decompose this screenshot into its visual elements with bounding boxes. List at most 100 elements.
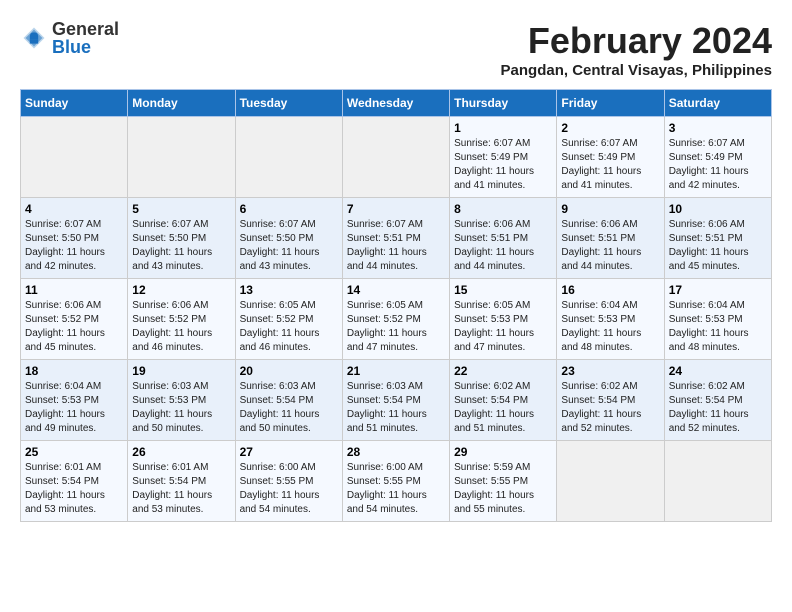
day-number: 9: [561, 202, 659, 216]
calendar-cell: 4 Sunrise: 6:07 AM Sunset: 5:50 PM Daylig…: [21, 198, 128, 279]
day-number: 18: [25, 364, 123, 378]
calendar-cell: [664, 441, 771, 522]
calendar-header: SundayMondayTuesdayWednesdayThursdayFrid…: [21, 90, 772, 117]
day-info: Sunrise: 6:05 AM Sunset: 5:52 PM Dayligh…: [240, 299, 338, 355]
day-info: Sunrise: 6:04 AM Sunset: 5:53 PM Dayligh…: [25, 380, 123, 436]
calendar-cell: 10Sunrise: 6:06 AM Sunset: 5:51 PM Dayli…: [664, 198, 771, 279]
day-of-week-header: Monday: [128, 90, 235, 117]
calendar-cell: 19Sunrise: 6:03 AM Sunset: 5:53 PM Dayli…: [128, 360, 235, 441]
day-number: 13: [240, 283, 338, 297]
calendar-cell: 6Sunrise: 6:07 AM Sunset: 5:50 PM Daylig…: [235, 198, 342, 279]
day-number: 8: [454, 202, 552, 216]
day-number: 17: [669, 283, 767, 297]
calendar-cell: 28 Sunrise: 6:00 AM Sunset: 5:55 PM Dayli…: [342, 441, 449, 522]
calendar-cell: 29 Sunrise: 5:59 AM Sunset: 5:55 PM Dayli…: [450, 441, 557, 522]
calendar-week-row: 25 Sunrise: 6:01 AM Sunset: 5:54 PM Dayli…: [21, 441, 772, 522]
day-info: Sunrise: 6:03 AM Sunset: 5:53 PM Dayligh…: [132, 380, 230, 436]
calendar-week-row: 4 Sunrise: 6:07 AM Sunset: 5:50 PM Daylig…: [21, 198, 772, 279]
day-number: 5: [132, 202, 230, 216]
calendar-cell: 26Sunrise: 6:01 AM Sunset: 5:54 PM Dayli…: [128, 441, 235, 522]
logo-blue-text: Blue: [52, 38, 119, 56]
day-info: Sunrise: 6:06 AM Sunset: 5:51 PM Dayligh…: [561, 218, 659, 274]
logo-icon: [20, 24, 48, 52]
calendar-cell: 25 Sunrise: 6:01 AM Sunset: 5:54 PM Dayli…: [21, 441, 128, 522]
logo-general-text: General: [52, 20, 119, 38]
logo-text: General Blue: [52, 20, 119, 56]
day-of-week-header: Saturday: [664, 90, 771, 117]
calendar-cell: 16 Sunrise: 6:04 AM Sunset: 5:53 PM Dayli…: [557, 279, 664, 360]
location: Pangdan, Central Visayas, Philippines: [501, 62, 772, 79]
page-header: General Blue February 2024 Pangdan, Cent…: [20, 20, 772, 79]
day-info: Sunrise: 6:02 AM Sunset: 5:54 PM Dayligh…: [454, 380, 552, 436]
day-info: Sunrise: 6:00 AM Sunset: 5:55 PM Dayligh…: [240, 461, 338, 517]
calendar-cell: [235, 117, 342, 198]
calendar-cell: 18 Sunrise: 6:04 AM Sunset: 5:53 PM Dayli…: [21, 360, 128, 441]
day-info: Sunrise: 6:01 AM Sunset: 5:54 PM Dayligh…: [25, 461, 123, 517]
day-number: 21: [347, 364, 445, 378]
day-info: Sunrise: 6:04 AM Sunset: 5:53 PM Dayligh…: [669, 299, 767, 355]
calendar-cell: 24Sunrise: 6:02 AM Sunset: 5:54 PM Dayli…: [664, 360, 771, 441]
day-number: 29: [454, 445, 552, 459]
day-number: 16: [561, 283, 659, 297]
calendar-cell: 2Sunrise: 6:07 AM Sunset: 5:49 PM Daylig…: [557, 117, 664, 198]
day-info: Sunrise: 6:06 AM Sunset: 5:52 PM Dayligh…: [25, 299, 123, 355]
calendar-cell: 3Sunrise: 6:07 AM Sunset: 5:49 PM Daylig…: [664, 117, 771, 198]
calendar-cell: 8 Sunrise: 6:06 AM Sunset: 5:51 PM Daylig…: [450, 198, 557, 279]
day-of-week-header: Wednesday: [342, 90, 449, 117]
day-info: Sunrise: 6:02 AM Sunset: 5:54 PM Dayligh…: [669, 380, 767, 436]
day-info: Sunrise: 6:06 AM Sunset: 5:51 PM Dayligh…: [669, 218, 767, 274]
day-info: Sunrise: 5:59 AM Sunset: 5:55 PM Dayligh…: [454, 461, 552, 517]
day-number: 15: [454, 283, 552, 297]
calendar-cell: 20Sunrise: 6:03 AM Sunset: 5:54 PM Dayli…: [235, 360, 342, 441]
day-info: Sunrise: 6:06 AM Sunset: 5:51 PM Dayligh…: [454, 218, 552, 274]
day-info: Sunrise: 6:04 AM Sunset: 5:53 PM Dayligh…: [561, 299, 659, 355]
day-number: 25: [25, 445, 123, 459]
day-info: Sunrise: 6:07 AM Sunset: 5:49 PM Dayligh…: [454, 137, 552, 193]
day-number: 22: [454, 364, 552, 378]
day-info: Sunrise: 6:07 AM Sunset: 5:50 PM Dayligh…: [25, 218, 123, 274]
calendar-cell: 21 Sunrise: 6:03 AM Sunset: 5:54 PM Dayli…: [342, 360, 449, 441]
day-info: Sunrise: 6:07 AM Sunset: 5:49 PM Dayligh…: [561, 137, 659, 193]
calendar-cell: 14 Sunrise: 6:05 AM Sunset: 5:52 PM Dayli…: [342, 279, 449, 360]
header-row: SundayMondayTuesdayWednesdayThursdayFrid…: [21, 90, 772, 117]
calendar-table: SundayMondayTuesdayWednesdayThursdayFrid…: [20, 89, 772, 522]
calendar-cell: 5 Sunrise: 6:07 AM Sunset: 5:50 PM Daylig…: [128, 198, 235, 279]
day-number: 11: [25, 283, 123, 297]
day-of-week-header: Sunday: [21, 90, 128, 117]
calendar-cell: [21, 117, 128, 198]
calendar-week-row: 18 Sunrise: 6:04 AM Sunset: 5:53 PM Dayli…: [21, 360, 772, 441]
day-info: Sunrise: 6:03 AM Sunset: 5:54 PM Dayligh…: [347, 380, 445, 436]
calendar-cell: 9 Sunrise: 6:06 AM Sunset: 5:51 PM Daylig…: [557, 198, 664, 279]
day-info: Sunrise: 6:03 AM Sunset: 5:54 PM Dayligh…: [240, 380, 338, 436]
day-number: 4: [25, 202, 123, 216]
calendar-cell: 13 Sunrise: 6:05 AM Sunset: 5:52 PM Dayli…: [235, 279, 342, 360]
day-number: 23: [561, 364, 659, 378]
calendar-cell: 1 Sunrise: 6:07 AM Sunset: 5:49 PM Daylig…: [450, 117, 557, 198]
day-number: 1: [454, 121, 552, 135]
calendar-cell: [128, 117, 235, 198]
day-info: Sunrise: 6:07 AM Sunset: 5:50 PM Dayligh…: [132, 218, 230, 274]
calendar-cell: 15 Sunrise: 6:05 AM Sunset: 5:53 PM Dayli…: [450, 279, 557, 360]
day-info: Sunrise: 6:06 AM Sunset: 5:52 PM Dayligh…: [132, 299, 230, 355]
month-title: February 2024: [501, 20, 772, 62]
title-area: February 2024 Pangdan, Central Visayas, …: [501, 20, 772, 79]
day-info: Sunrise: 6:05 AM Sunset: 5:52 PM Dayligh…: [347, 299, 445, 355]
day-number: 28: [347, 445, 445, 459]
day-info: Sunrise: 6:05 AM Sunset: 5:53 PM Dayligh…: [454, 299, 552, 355]
day-info: Sunrise: 6:02 AM Sunset: 5:54 PM Dayligh…: [561, 380, 659, 436]
day-number: 27: [240, 445, 338, 459]
day-number: 7: [347, 202, 445, 216]
day-number: 14: [347, 283, 445, 297]
day-of-week-header: Tuesday: [235, 90, 342, 117]
calendar-week-row: 11 Sunrise: 6:06 AM Sunset: 5:52 PM Dayli…: [21, 279, 772, 360]
day-info: Sunrise: 6:07 AM Sunset: 5:51 PM Dayligh…: [347, 218, 445, 274]
calendar-cell: 27 Sunrise: 6:00 AM Sunset: 5:55 PM Dayli…: [235, 441, 342, 522]
calendar-cell: 7 Sunrise: 6:07 AM Sunset: 5:51 PM Daylig…: [342, 198, 449, 279]
day-info: Sunrise: 6:07 AM Sunset: 5:49 PM Dayligh…: [669, 137, 767, 193]
calendar-cell: 11 Sunrise: 6:06 AM Sunset: 5:52 PM Dayli…: [21, 279, 128, 360]
day-info: Sunrise: 6:01 AM Sunset: 5:54 PM Dayligh…: [132, 461, 230, 517]
day-info: Sunrise: 6:07 AM Sunset: 5:50 PM Dayligh…: [240, 218, 338, 274]
calendar-cell: [557, 441, 664, 522]
day-number: 12: [132, 283, 230, 297]
day-info: Sunrise: 6:00 AM Sunset: 5:55 PM Dayligh…: [347, 461, 445, 517]
